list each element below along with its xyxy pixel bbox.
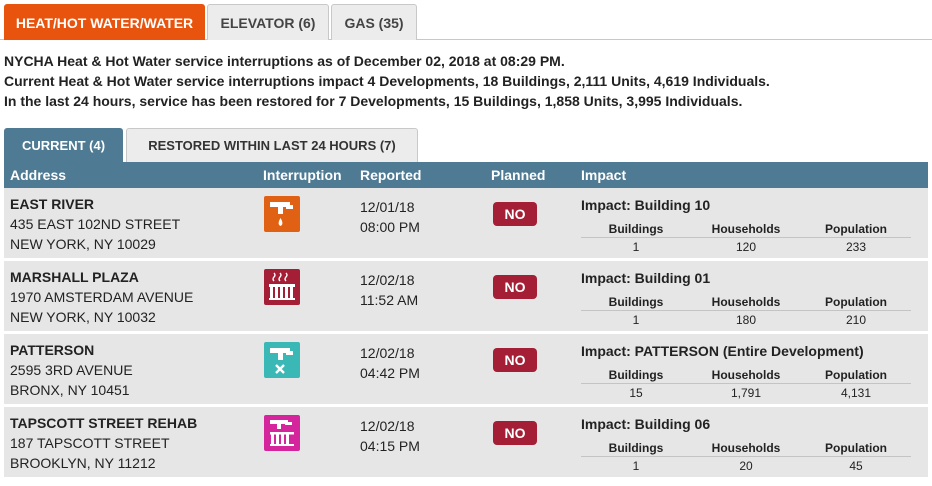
water-off-icon <box>264 342 300 378</box>
street: 1970 AMSTERDAM AVENUE <box>10 289 194 305</box>
impact-head-buildings: Buildings <box>608 295 664 309</box>
reported-date: 12/02/18 <box>360 418 415 434</box>
impact-head-population: Population <box>825 368 887 382</box>
street: 2595 3RD AVENUE <box>10 362 133 378</box>
reported-cell: 12/02/18 04:15 PM <box>360 416 420 456</box>
development-name: TAPSCOTT STREET REHAB <box>10 415 198 431</box>
impact-title: Impact: Building 01 <box>581 270 711 286</box>
impact-table: Buildings Households Population 15 1,791… <box>581 366 911 402</box>
tab-gas[interactable]: GAS (35) <box>331 4 417 40</box>
planned-badge: NO <box>493 202 537 226</box>
impact-households: 180 <box>735 313 757 327</box>
address-cell: MARSHALL PLAZA 1970 AMSTERDAM AVENUE NEW… <box>10 267 193 327</box>
impact-table: Buildings Households Population 1 120 23… <box>581 220 911 256</box>
impact-head-buildings: Buildings <box>608 441 664 455</box>
col-address: Address <box>10 167 67 183</box>
impact-head-population: Population <box>825 295 887 309</box>
reported-time: 04:15 PM <box>360 438 420 454</box>
impact-head-buildings: Buildings <box>608 222 664 236</box>
impact-population: 210 <box>845 313 867 327</box>
col-planned: Planned <box>491 167 546 183</box>
planned-badge: NO <box>493 421 537 445</box>
table-row: EAST RIVER 435 EAST 102ND STREET NEW YOR… <box>4 188 928 260</box>
col-reported: Reported <box>360 167 422 183</box>
address-cell: TAPSCOTT STREET REHAB 187 TAPSCOTT STREE… <box>10 413 197 473</box>
summary-line-3: In the last 24 hours, service has been r… <box>4 93 743 109</box>
city: NEW YORK, NY 10029 <box>10 236 156 252</box>
table-row: TAPSCOTT STREET REHAB 187 TAPSCOTT STREE… <box>4 407 928 479</box>
impact-households: 20 <box>739 459 753 473</box>
impact-head-buildings: Buildings <box>608 368 664 382</box>
impact-head-households: Households <box>711 368 781 382</box>
reported-date: 12/02/18 <box>360 345 415 361</box>
table-header: Address Interruption Reported Planned Im… <box>4 162 928 188</box>
development-name: MARSHALL PLAZA <box>10 269 139 285</box>
reported-time: 04:42 PM <box>360 365 420 381</box>
tab-elevator[interactable]: ELEVATOR (6) <box>207 4 329 40</box>
city: BROOKLYN, NY 11212 <box>10 455 156 471</box>
impact-buildings: 1 <box>632 240 640 254</box>
impact-buildings: 1 <box>632 459 640 473</box>
impact-head-households: Households <box>711 441 781 455</box>
hot-water-icon <box>264 196 300 232</box>
street: 435 EAST 102ND STREET <box>10 216 181 232</box>
impact-head-population: Population <box>825 441 887 455</box>
reported-cell: 12/01/18 08:00 PM <box>360 197 420 237</box>
summary-line-2: Current Heat & Hot Water service interru… <box>4 73 770 89</box>
street: 187 TAPSCOTT STREET <box>10 435 170 451</box>
impact-buildings: 15 <box>629 386 643 400</box>
city: NEW YORK, NY 10032 <box>10 309 156 325</box>
city: BRONX, NY 10451 <box>10 382 130 398</box>
reported-cell: 12/02/18 04:42 PM <box>360 343 420 383</box>
tab-restored[interactable]: RESTORED WITHIN LAST 24 HOURS (7) <box>126 128 418 162</box>
impact-population: 4,131 <box>840 386 872 400</box>
impact-table: Buildings Households Population 1 20 45 <box>581 439 911 475</box>
impact-population: 45 <box>849 459 863 473</box>
planned-badge: NO <box>493 275 537 299</box>
tab-heat-hot-water-water[interactable]: HEAT/HOT WATER/WATER <box>4 4 205 40</box>
table-row: PATTERSON 2595 3RD AVENUE BRONX, NY 1045… <box>4 334 928 406</box>
impact-title: Impact: Building 10 <box>581 197 711 213</box>
top-tab-bar: HEAT/HOT WATER/WATER ELEVATOR (6) GAS (3… <box>0 4 932 40</box>
impact-title: Impact: PATTERSON (Entire Development) <box>581 343 864 359</box>
address-cell: PATTERSON 2595 3RD AVENUE BRONX, NY 1045… <box>10 340 133 400</box>
address-cell: EAST RIVER 435 EAST 102ND STREET NEW YOR… <box>10 194 180 254</box>
reported-cell: 12/02/18 11:52 AM <box>360 270 418 310</box>
reported-date: 12/02/18 <box>360 272 415 288</box>
table-row: MARSHALL PLAZA 1970 AMSTERDAM AVENUE NEW… <box>4 261 928 333</box>
impact-population: 233 <box>845 240 867 254</box>
impact-buildings: 1 <box>632 313 640 327</box>
tab-current[interactable]: CURRENT (4) <box>4 128 123 162</box>
planned-badge: NO <box>493 348 537 372</box>
heat-hot-water-icon <box>264 415 300 451</box>
impact-households: 1,791 <box>730 386 762 400</box>
impact-title: Impact: Building 06 <box>581 416 711 432</box>
impact-households: 120 <box>735 240 757 254</box>
col-impact: Impact <box>581 167 627 183</box>
development-name: PATTERSON <box>10 342 95 358</box>
impact-head-households: Households <box>711 295 781 309</box>
development-name: EAST RIVER <box>10 196 95 212</box>
col-interruption: Interruption <box>263 167 342 183</box>
summary: NYCHA Heat & Hot Water service interrupt… <box>4 51 770 111</box>
impact-head-population: Population <box>825 222 887 236</box>
reported-date: 12/01/18 <box>360 199 415 215</box>
summary-line-1: NYCHA Heat & Hot Water service interrupt… <box>4 53 565 69</box>
impact-head-households: Households <box>711 222 781 236</box>
reported-time: 08:00 PM <box>360 219 420 235</box>
sub-tab-bar: CURRENT (4) RESTORED WITHIN LAST 24 HOUR… <box>4 128 928 162</box>
reported-time: 11:52 AM <box>360 292 419 308</box>
heat-icon <box>264 269 300 305</box>
impact-table: Buildings Households Population 1 180 21… <box>581 293 911 329</box>
